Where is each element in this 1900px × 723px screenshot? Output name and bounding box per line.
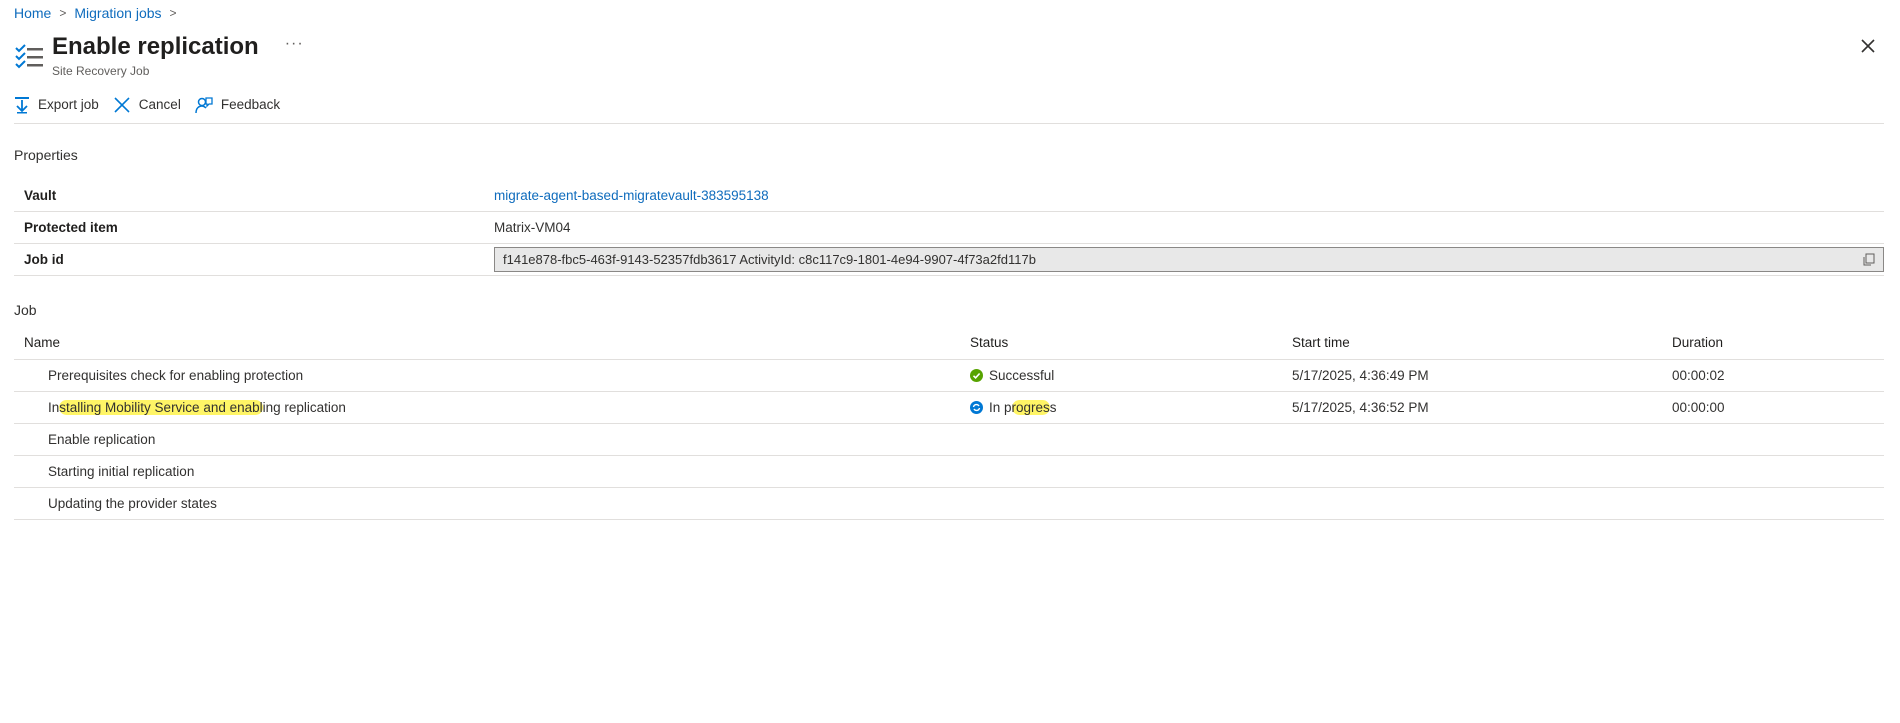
table-row[interactable]: Installing Mobility Service and enabling… xyxy=(14,392,1884,424)
more-options-icon[interactable]: ··· xyxy=(285,35,304,53)
highlighted-text: rogres xyxy=(1011,400,1050,415)
feedback-label: Feedback xyxy=(220,97,281,112)
protected-item-value: Matrix-VM04 xyxy=(494,220,571,235)
properties-heading: Properties xyxy=(14,147,78,163)
job-list-icon xyxy=(15,44,43,69)
cancel-button[interactable]: Cancel xyxy=(113,96,181,114)
step-name: Installing Mobility Service and enabling… xyxy=(14,400,970,415)
status-text-part: In p xyxy=(989,400,1012,415)
chevron-right-icon: > xyxy=(169,6,177,20)
command-bar: Export job Cancel Feedback xyxy=(14,94,1884,124)
property-row-protected-item: Protected item Matrix-VM04 xyxy=(14,212,1884,244)
property-row-vault: Vault migrate-agent-based-migratevault-3… xyxy=(14,180,1884,212)
column-header-start-time[interactable]: Start time xyxy=(1292,335,1672,350)
properties-table: Vault migrate-agent-based-migratevault-3… xyxy=(14,180,1884,276)
step-duration: 00:00:02 xyxy=(1672,368,1725,383)
column-header-name[interactable]: Name xyxy=(14,335,970,350)
job-heading: Job xyxy=(14,302,37,318)
step-name-part: ing replication xyxy=(262,400,346,415)
property-row-job-id: Job id f141e878-fbc5-463f-9143-52357fdb3… xyxy=(14,244,1884,276)
step-name: Prerequisites check for enabling protect… xyxy=(48,368,304,383)
column-header-duration[interactable]: Duration xyxy=(1672,335,1884,350)
column-header-status[interactable]: Status xyxy=(970,335,1292,350)
vault-link[interactable]: migrate-agent-based-migratevault-3835951… xyxy=(494,188,769,203)
table-row[interactable]: Starting initial replication xyxy=(14,456,1884,488)
step-name: Enable replication xyxy=(48,432,156,447)
table-header-row: Name Status Start time Duration xyxy=(14,326,1884,360)
job-id-value: f141e878-fbc5-463f-9143-52357fdb3617 Act… xyxy=(503,252,1036,267)
status-text: In progress xyxy=(989,400,1057,415)
success-check-icon xyxy=(970,369,983,382)
property-key: Job id xyxy=(24,252,64,267)
cancel-label: Cancel xyxy=(138,97,181,112)
cancel-icon xyxy=(114,96,130,113)
page-header: Enable replication ··· Site Recovery Job xyxy=(14,30,304,78)
step-start-time: 5/17/2025, 4:36:52 PM xyxy=(1292,400,1429,415)
export-icon xyxy=(15,96,29,113)
close-icon[interactable] xyxy=(1858,36,1878,56)
step-status: Successful xyxy=(970,368,1292,383)
status-text-part: s xyxy=(1049,400,1057,415)
job-steps-table: Name Status Start time Duration Prerequi… xyxy=(14,326,1884,520)
table-row[interactable]: Prerequisites check for enabling protect… xyxy=(14,360,1884,392)
copy-icon[interactable] xyxy=(1862,253,1875,266)
breadcrumb-home-link[interactable]: Home xyxy=(14,5,51,21)
step-duration: 00:00:00 xyxy=(1672,400,1725,415)
table-row[interactable]: Updating the provider states xyxy=(14,488,1884,520)
job-id-field[interactable]: f141e878-fbc5-463f-9143-52357fdb3617 Act… xyxy=(494,247,1884,272)
step-name: Updating the provider states xyxy=(48,496,217,511)
breadcrumb-migration-jobs-link[interactable]: Migration jobs xyxy=(74,5,161,21)
property-key: Protected item xyxy=(24,220,118,235)
status-text: Successful xyxy=(989,368,1055,383)
property-key: Vault xyxy=(24,188,57,203)
step-name-part: In xyxy=(48,400,60,415)
export-job-button[interactable]: Export job xyxy=(14,96,99,114)
step-status: In progress xyxy=(970,400,1292,415)
highlighted-text: stalling Mobility Service and enabl xyxy=(59,400,263,415)
breadcrumb: Home > Migration jobs > xyxy=(14,5,185,21)
feedback-icon xyxy=(195,96,213,113)
step-name: Starting initial replication xyxy=(48,464,195,479)
export-job-label: Export job xyxy=(38,97,99,112)
page-subtitle: Site Recovery Job xyxy=(52,64,150,78)
step-start-time: 5/17/2025, 4:36:49 PM xyxy=(1292,368,1429,383)
page-title: Enable replication xyxy=(52,33,259,60)
table-row[interactable]: Enable replication xyxy=(14,424,1884,456)
in-progress-icon xyxy=(970,401,983,414)
feedback-button[interactable]: Feedback xyxy=(195,96,280,114)
chevron-right-icon: > xyxy=(59,6,67,20)
